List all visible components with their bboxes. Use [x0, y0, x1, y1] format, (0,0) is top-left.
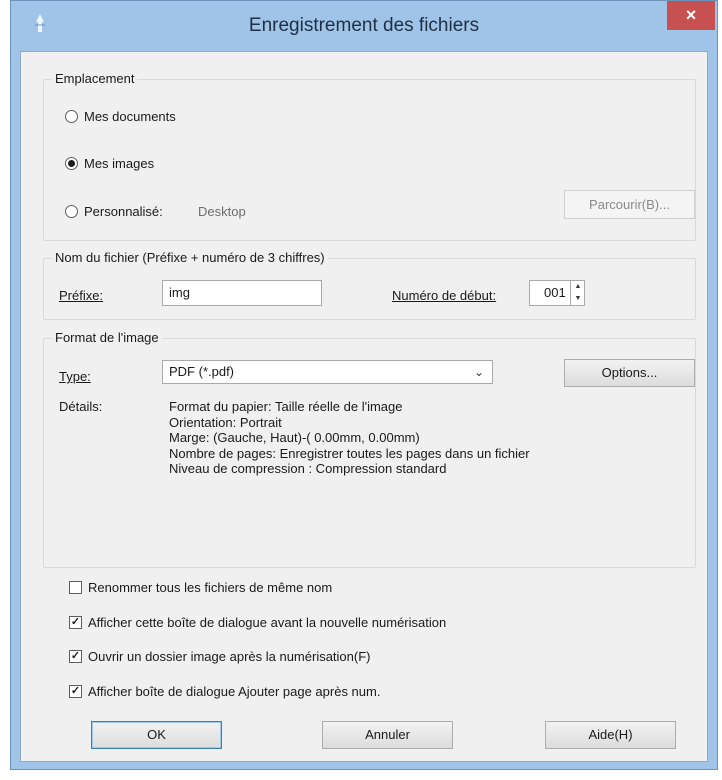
radio-label-custom: Personnalisé:: [84, 204, 163, 219]
spin-down-icon[interactable]: ▼: [571, 293, 585, 305]
checkbox-show-dialog[interactable]: ✓ Afficher cette boîte de dialogue avant…: [69, 615, 446, 630]
custom-path-value: Desktop: [198, 204, 246, 219]
checkbox-label-rename: Renommer tous les fichiers de même nom: [88, 580, 333, 595]
filename-group: Nom du fichier (Préfixe + numéro de 3 ch…: [43, 250, 696, 320]
prefix-label: Préfixe:: [59, 288, 104, 303]
start-number-label: Numéro de début:: [392, 288, 497, 303]
cancel-button[interactable]: Annuler: [322, 721, 453, 749]
checkbox-label-open-folder: Ouvrir un dossier image après la numéris…: [88, 649, 371, 664]
start-number-input[interactable]: 001 ▲ ▼: [529, 280, 585, 306]
prefix-input[interactable]: img: [162, 280, 322, 306]
type-label: Type:: [59, 369, 91, 384]
ok-button[interactable]: OK: [91, 721, 222, 749]
detail-page-count: Nombre de pages: Enregistrer toutes les …: [169, 445, 530, 461]
radio-indicator-selected: [65, 157, 78, 170]
checkbox-rename-duplicates[interactable]: Renommer tous les fichiers de même nom: [69, 580, 332, 595]
detail-margin: Marge: (Gauche, Haut)-( 0.00mm, 0.00mm): [169, 430, 420, 445]
dialog-body: Emplacement Mes documents Mes images Per…: [20, 51, 708, 762]
checkbox-open-folder[interactable]: ✓ Ouvrir un dossier image après la numér…: [69, 649, 371, 664]
window-title: Enregistrement des fichiers: [248, 15, 480, 36]
location-legend: Emplacement: [52, 71, 138, 86]
checkbox-add-page-dialog[interactable]: ✓ Afficher boîte de dialogue Ajouter pag…: [69, 684, 380, 699]
title-bar[interactable]: Enregistrement des fichiers ×: [11, 1, 717, 51]
image-format-legend: Format de l'image: [52, 330, 162, 345]
options-button[interactable]: Options...: [564, 359, 695, 387]
chevron-down-icon: ⌄: [473, 365, 484, 379]
checkbox-indicator: [69, 581, 82, 594]
checkbox-label-add-page: Afficher boîte de dialogue Ajouter page …: [88, 684, 381, 699]
checkbox-label-show-dialog: Afficher cette boîte de dialogue avant l…: [88, 615, 447, 630]
filename-legend: Nom du fichier (Préfixe + numéro de 3 ch…: [52, 250, 328, 265]
detail-compression: Niveau de compression : Compression stan…: [169, 461, 447, 476]
details-text: Format du papier: Taille réelle de l'ima…: [169, 399, 530, 477]
number-spinner[interactable]: ▲ ▼: [570, 281, 585, 305]
checkbox-checked: ✓: [69, 650, 82, 663]
detail-orientation: Orientation: Portrait: [169, 414, 282, 430]
radio-label-my-documents: Mes documents: [84, 109, 176, 124]
radio-custom[interactable]: Personnalisé:: [65, 204, 163, 219]
checkbox-checked: ✓: [69, 616, 82, 629]
detail-paper-size: Format du papier: Taille réelle de l'ima…: [169, 399, 403, 414]
scanner-app-icon: [31, 13, 49, 33]
radio-indicator: [65, 205, 78, 218]
details-label: Détails:: [59, 399, 103, 414]
radio-my-images[interactable]: Mes images: [65, 156, 154, 171]
radio-indicator: [65, 110, 78, 123]
radio-my-documents[interactable]: Mes documents: [65, 109, 176, 124]
browse-button[interactable]: Parcourir(B)...: [564, 190, 695, 219]
close-button[interactable]: ×: [667, 1, 715, 30]
save-settings-dialog: Enregistrement des fichiers × Emplacemen…: [10, 0, 718, 770]
type-select[interactable]: PDF (*.pdf) ⌄: [162, 360, 493, 384]
type-select-value: PDF (*.pdf): [169, 364, 235, 379]
checkbox-checked: ✓: [69, 685, 82, 698]
radio-label-my-images: Mes images: [84, 156, 155, 171]
spin-up-icon[interactable]: ▲: [571, 281, 585, 293]
start-number-value: 001: [544, 285, 566, 300]
help-button[interactable]: Aide(H): [545, 721, 676, 749]
